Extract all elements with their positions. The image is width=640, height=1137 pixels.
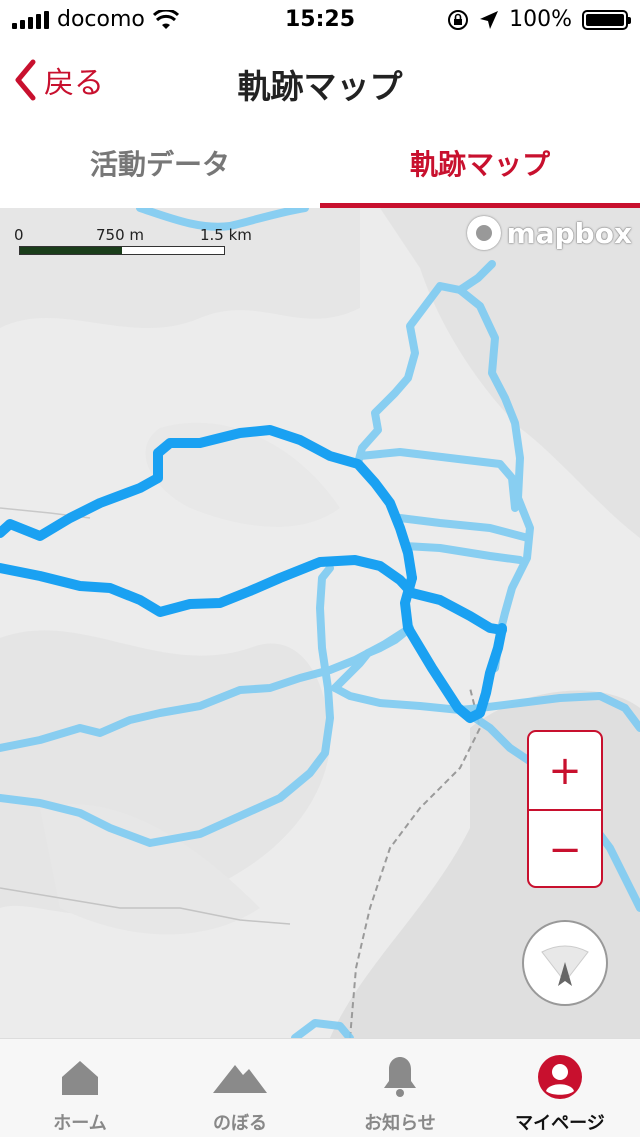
page-title: 軌跡マップ — [237, 67, 403, 106]
tab-track-map[interactable]: 軌跡マップ — [320, 128, 640, 208]
segment-tabs: 活動データ 軌跡マップ — [0, 128, 640, 208]
tab-activity-data[interactable]: 活動データ — [0, 128, 320, 208]
orientation-lock-icon — [448, 9, 469, 30]
location-arrow-icon — [480, 10, 499, 29]
tab-climb-label: のぼる — [213, 1113, 267, 1134]
map-canvas[interactable] — [0, 208, 640, 1038]
user-icon — [538, 1055, 582, 1099]
tab-mypage[interactable]: マイページ — [480, 1039, 640, 1137]
tab-notifications-label: お知らせ — [364, 1113, 436, 1134]
bell-icon — [384, 1057, 416, 1097]
tab-home-label: ホーム — [53, 1113, 107, 1134]
home-icon — [62, 1061, 98, 1095]
tab-notifications[interactable]: お知らせ — [320, 1039, 480, 1137]
zoom-out-button[interactable]: − — [529, 811, 601, 886]
zoom-in-button[interactable]: + — [529, 732, 601, 811]
track-map[interactable]: 0 750 m 1.5 km mapbox + − — [0, 208, 640, 1038]
status-bar: docomo 15:25 100% — [0, 0, 640, 40]
scale-label-end: 1.5 km — [200, 226, 252, 244]
mapbox-logo[interactable]: mapbox — [466, 216, 632, 250]
tab-mypage-label: マイページ — [515, 1113, 605, 1134]
navigation-bar: 戻る 軌跡マップ — [0, 40, 640, 128]
tab-home[interactable]: ホーム — [0, 1039, 160, 1137]
scale-label-mid: 750 m — [96, 226, 145, 244]
bottom-tab-bar: ホーム のぼる お知らせ マイページ — [0, 1038, 640, 1137]
zoom-control: + − — [527, 730, 603, 888]
mapbox-icon — [466, 216, 501, 250]
battery-percent: 100% — [509, 7, 572, 32]
scale-bar: 0 750 m 1.5 km — [14, 226, 254, 255]
battery-icon — [582, 9, 631, 30]
tab-climb[interactable]: のぼる — [160, 1039, 320, 1137]
mountain-icon — [213, 1065, 267, 1093]
scale-label-start: 0 — [14, 226, 24, 244]
compass-button[interactable] — [522, 920, 608, 1006]
mapbox-attribution: mapbox — [506, 216, 632, 250]
compass-icon — [541, 945, 589, 986]
